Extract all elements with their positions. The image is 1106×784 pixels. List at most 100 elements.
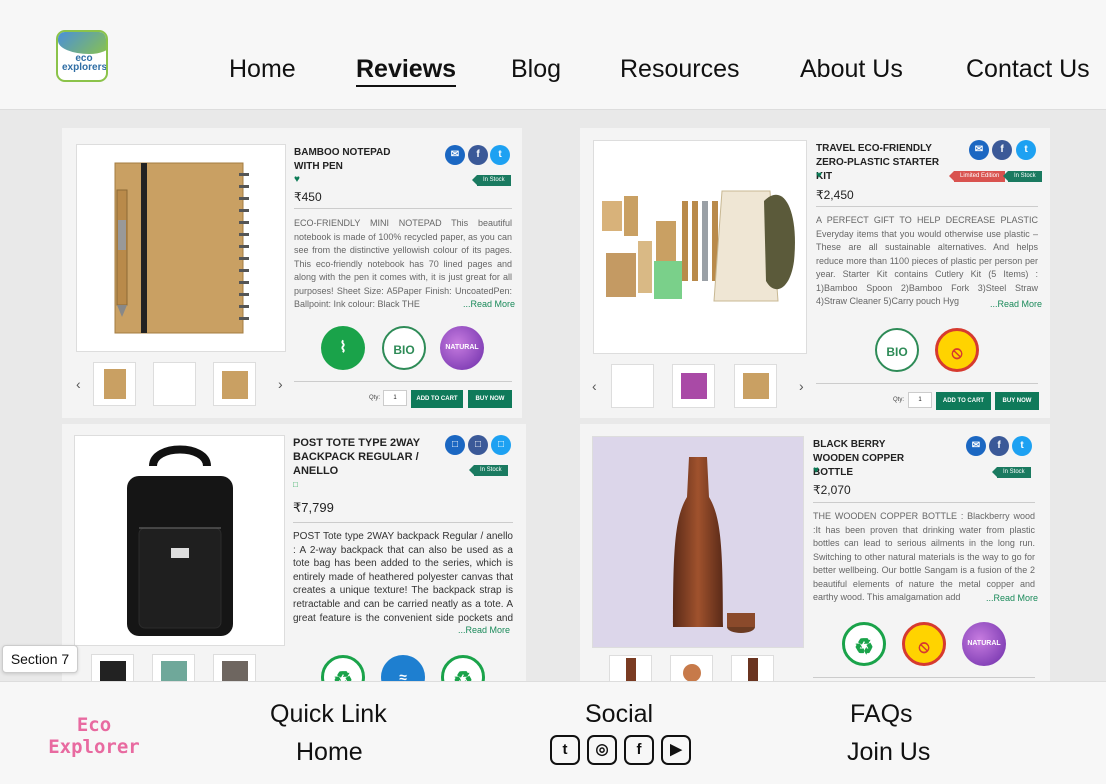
product-image[interactable] [76, 144, 286, 352]
product-price: ₹2,070 [813, 483, 851, 497]
divider [816, 206, 1038, 207]
heart-icon[interactable]: □ [293, 480, 298, 489]
product-price: ₹7,799 [293, 500, 334, 515]
faqs-link[interactable]: FAQs [850, 700, 913, 729]
thumbnail-2[interactable] [670, 655, 713, 681]
quick-link-heading: Quick Link [270, 700, 387, 728]
social-heading: Social [585, 700, 654, 728]
in-stock-badge: In Stock [472, 175, 511, 186]
twitter-share-icon[interactable]: t [1016, 140, 1036, 160]
thumbnail-2[interactable] [672, 364, 715, 408]
qty-input[interactable]: 1 [383, 390, 407, 406]
bio-icon: BIO [382, 326, 426, 370]
thumbnail-3[interactable] [734, 364, 777, 408]
read-more-link[interactable]: ...Read More [990, 299, 1042, 309]
youtube-icon[interactable]: ▶ [661, 735, 691, 765]
twitter-share-icon[interactable]: □ [491, 435, 511, 455]
thumbnail-1[interactable] [611, 364, 654, 408]
thumbnail-2[interactable] [152, 654, 195, 681]
divider [813, 502, 1035, 503]
facebook-share-icon[interactable]: □ [468, 435, 488, 455]
product-image[interactable] [593, 140, 807, 354]
nav-about-us[interactable]: About Us [800, 55, 903, 84]
bottle-image [673, 457, 755, 633]
divider [294, 381, 512, 382]
limited-edition-badge: Limited Edition [948, 171, 1006, 182]
product-title[interactable]: BLACK BERRY WOODEN COPPER BOTTLE [813, 438, 933, 480]
read-more-link[interactable]: ...Read More [463, 299, 515, 309]
email-share-icon[interactable]: □ [445, 435, 465, 455]
facebook-icon[interactable]: f [624, 735, 654, 765]
nav-contact-us[interactable]: Contact Us [966, 55, 1090, 84]
facebook-share-icon[interactable]: f [992, 140, 1012, 160]
nav-home[interactable]: Home [229, 55, 296, 84]
nav-resources[interactable]: Resources [620, 55, 740, 84]
in-stock-badge: In Stock [1003, 171, 1042, 182]
site-header: eco explorers Home Reviews Blog Resource… [0, 0, 1106, 110]
facebook-share-icon[interactable]: f [989, 436, 1009, 456]
thumbnail-3[interactable] [213, 654, 256, 681]
chevron-right-icon[interactable]: › [278, 376, 283, 392]
nav-blog[interactable]: Blog [511, 55, 561, 84]
thumbnail-1[interactable] [609, 655, 652, 681]
natural-colours-icon: NATURAL [962, 622, 1006, 666]
bio-icon: BIO [875, 328, 919, 372]
buy-now-button[interactable]: BUY NOW [468, 390, 512, 408]
twitter-share-icon[interactable]: t [1012, 436, 1032, 456]
footer-home-link[interactable]: Home [296, 738, 363, 767]
footer-logo[interactable]: Eco Explorer [48, 714, 140, 758]
product-title[interactable]: BAMBOO NOTEPAD WITH PEN [294, 146, 414, 174]
footer-logo-line2: Explorer [48, 736, 140, 758]
no-plastic-icon: ⦸ [902, 622, 946, 666]
add-to-cart-button[interactable]: ADD TO CART [936, 392, 991, 410]
bamboo-icon: ⌇ [321, 326, 365, 370]
add-to-cart-button[interactable]: ADD TO CART [411, 390, 463, 408]
product-price: ₹450 [294, 190, 322, 204]
thumbnail-3[interactable] [731, 655, 774, 681]
thumbnail-1[interactable] [91, 654, 134, 681]
join-us-link[interactable]: Join Us [847, 738, 930, 767]
facebook-share-icon[interactable]: f [468, 145, 488, 165]
recycle-icon: ♻ [441, 655, 485, 681]
heart-icon[interactable]: ♥ [816, 170, 822, 181]
section-tooltip: Section 7 [2, 645, 78, 673]
qty-input[interactable]: 1 [908, 392, 932, 408]
product-image[interactable] [74, 435, 285, 646]
thumbnail-1[interactable] [93, 362, 136, 406]
thumbnail-3[interactable] [213, 362, 256, 406]
email-share-icon[interactable]: ✉ [445, 145, 465, 165]
product-card-bamboo-notepad: ‹ › BAMBOO NOTEPAD WITH PEN ♥ ₹450 ✉ f t… [62, 128, 522, 418]
in-stock-badge: In Stock [992, 467, 1031, 478]
logo-text: eco explorers [62, 53, 108, 73]
no-plastic-icon: ⦸ [935, 328, 979, 372]
twitter-icon[interactable]: t [550, 735, 580, 765]
natural-colours-icon: NATURAL [440, 326, 484, 370]
heart-icon[interactable]: ♥ [813, 465, 819, 476]
product-card-backpack: POST TOTE TYPE 2WAY BACKPACK REGULAR / A… [62, 424, 526, 681]
eco-explorers-logo[interactable]: eco explorers [56, 30, 108, 82]
product-title[interactable]: TRAVEL ECO-FRIENDLY ZERO-PLASTIC STARTER… [816, 142, 946, 184]
chevron-right-icon[interactable]: › [799, 378, 804, 394]
nav-reviews[interactable]: Reviews [356, 55, 457, 87]
email-share-icon[interactable]: ✉ [969, 140, 989, 160]
product-image[interactable] [592, 436, 804, 648]
product-description: ECO-FRIENDLY MINI NOTEPAD This beautiful… [294, 218, 512, 309]
notepad-image [114, 162, 249, 334]
buy-now-button[interactable]: BUY NOW [995, 392, 1039, 410]
read-more-link[interactable]: ...Read More [458, 625, 510, 635]
chevron-left-icon[interactable]: ‹ [76, 376, 81, 392]
thumbnail-2[interactable] [153, 362, 196, 406]
twitter-share-icon[interactable]: t [490, 145, 510, 165]
product-description: THE WOODEN COPPER BOTTLE : Blackberry wo… [813, 511, 1035, 602]
product-description: POST Tote type 2WAY backpack Regular / a… [293, 531, 513, 624]
heart-icon[interactable]: ♥ [294, 174, 300, 185]
chevron-left-icon[interactable]: ‹ [592, 378, 597, 394]
email-share-icon[interactable]: ✉ [966, 436, 986, 456]
recycle-icon: ♻ [321, 655, 365, 681]
divider [294, 208, 512, 209]
recycle-icon: ♻ [842, 622, 886, 666]
product-title[interactable]: POST TOTE TYPE 2WAY BACKPACK REGULAR / A… [293, 436, 423, 478]
read-more-link[interactable]: ...Read More [986, 593, 1038, 603]
instagram-icon[interactable]: ◎ [587, 735, 617, 765]
product-card-travel-kit: ‹ › TRAVEL ECO-FRIENDLY ZERO-PLASTIC STA… [580, 128, 1050, 418]
